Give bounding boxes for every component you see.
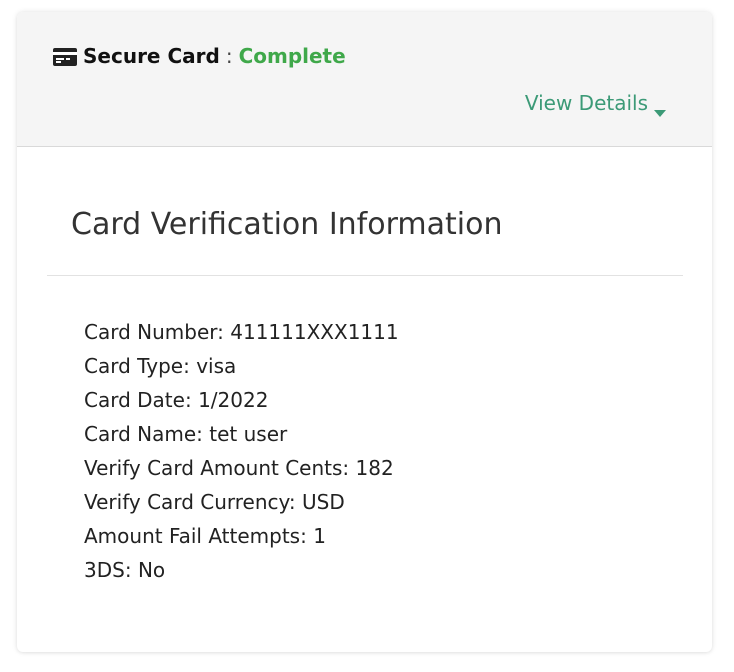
- verification-info-list: Card Number: 411111XXX1111 Card Type: vi…: [84, 315, 399, 587]
- info-item-card-name: Card Name: tet user: [84, 422, 288, 446]
- info-item-card-date: Card Date: 1/2022: [84, 388, 269, 412]
- info-value: 1/2022: [198, 388, 269, 412]
- info-label: Card Type: [84, 354, 184, 378]
- header-title: Secure Card : Complete: [53, 43, 346, 69]
- card-header: Secure Card : Complete View Details: [17, 12, 712, 147]
- info-label: Amount Fail Attempts: [84, 524, 301, 548]
- info-item-amount-cents: Verify Card Amount Cents: 182: [84, 456, 394, 480]
- info-item-fail-attempts: Amount Fail Attempts: 1: [84, 524, 326, 548]
- view-details-toggle[interactable]: View Details: [524, 91, 666, 117]
- info-label: Verify Card Currency: [84, 490, 289, 514]
- info-label: Card Date: [84, 388, 185, 412]
- info-value: 411111XXX1111: [230, 320, 399, 344]
- info-label: 3DS: [84, 558, 125, 582]
- secure-card-label: Secure Card: [83, 44, 220, 68]
- info-label: Card Name: [84, 422, 197, 446]
- info-label: Card Number: [84, 320, 218, 344]
- info-item-card-type: Card Type: visa: [84, 354, 237, 378]
- info-value: USD: [302, 490, 345, 514]
- info-value: 1: [313, 524, 326, 548]
- info-value: visa: [196, 354, 237, 378]
- credit-card-icon: [53, 47, 77, 66]
- title-separator: :: [225, 44, 233, 68]
- section-title: Card Verification Information: [71, 207, 503, 242]
- info-value: tet user: [209, 422, 288, 446]
- view-details-label: View Details: [524, 91, 648, 115]
- status-badge: Complete: [238, 44, 346, 68]
- info-item-currency: Verify Card Currency: USD: [84, 490, 345, 514]
- info-item-3ds: 3DS: No: [84, 558, 166, 582]
- info-item-card-number: Card Number: 411111XXX1111: [84, 320, 399, 344]
- section-divider: [47, 275, 683, 276]
- secure-card-panel: Secure Card : Complete View Details Card…: [17, 12, 712, 652]
- info-value: 182: [355, 456, 394, 480]
- info-value: No: [137, 558, 166, 582]
- caret-down-icon: [654, 99, 666, 117]
- info-label: Verify Card Amount Cents: [84, 456, 343, 480]
